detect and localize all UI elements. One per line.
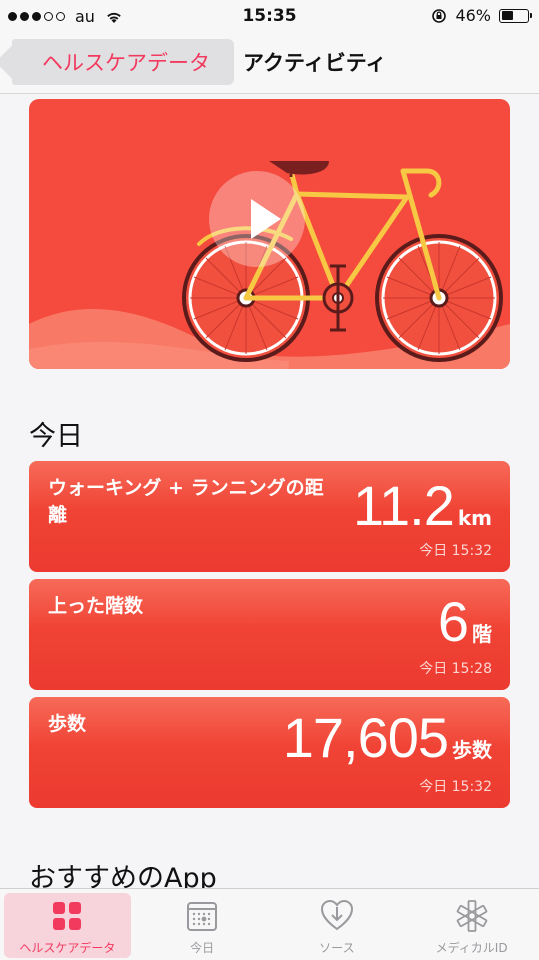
distance-card[interactable]: ウォーキング + ランニングの距離 11.2 km 今日 15:32 [29, 461, 510, 572]
card-unit: km [457, 506, 492, 530]
tab-today[interactable]: 今日 [135, 889, 270, 960]
card-label: ウォーキング + ランニングの距離 [48, 477, 324, 526]
tab-health-data[interactable]: ヘルスケアデータ [0, 889, 135, 960]
calendar-icon [187, 902, 218, 931]
back-button[interactable]: ヘルスケアデータ [12, 39, 234, 85]
section-title-today: 今日 [29, 421, 83, 452]
navigation-bar: ヘルスケアデータ アクティビティ [0, 32, 539, 94]
grid-icon [53, 902, 82, 930]
card-unit: 歩数 [452, 738, 492, 762]
tab-label: メディカルID [435, 941, 508, 955]
medical-star-icon [456, 900, 487, 932]
battery-icon [499, 8, 532, 23]
activity-video-card[interactable] [29, 99, 510, 369]
tab-label: 今日 [190, 941, 215, 955]
tab-label: ソース [319, 941, 355, 955]
card-timestamp: 今日 15:28 [419, 661, 492, 677]
card-timestamp: 今日 15:32 [419, 779, 492, 795]
flights-climbed-card[interactable]: 上った階数 6 階 今日 15:28 [29, 579, 510, 690]
card-value: 17,605 [282, 706, 449, 769]
tab-sources[interactable]: ソース [270, 889, 405, 960]
back-button-label: ヘルスケアデータ [42, 51, 210, 75]
battery-percent: 46% [455, 6, 491, 25]
bicycle-illustration [29, 161, 510, 369]
card-timestamp: 今日 15:32 [419, 543, 492, 559]
tab-label: ヘルスケアデータ [19, 941, 116, 955]
card-value: 6 [437, 590, 469, 653]
sources-heart-icon [320, 899, 353, 931]
rotation-lock-icon [432, 8, 447, 23]
tab-bar: ヘルスケアデータ 今日 ソース メディカルID [0, 888, 539, 960]
steps-card[interactable]: 歩数 17,605 歩数 今日 15:32 [29, 697, 510, 808]
page-title: アクティビティ [243, 51, 387, 75]
card-value: 11.2 [353, 474, 455, 537]
play-icon [209, 171, 305, 267]
card-label: 上った階数 [48, 595, 144, 617]
status-bar: au 15:35 46% [0, 0, 539, 32]
tab-medical-id[interactable]: メディカルID [404, 889, 539, 960]
card-unit: 階 [472, 622, 492, 646]
